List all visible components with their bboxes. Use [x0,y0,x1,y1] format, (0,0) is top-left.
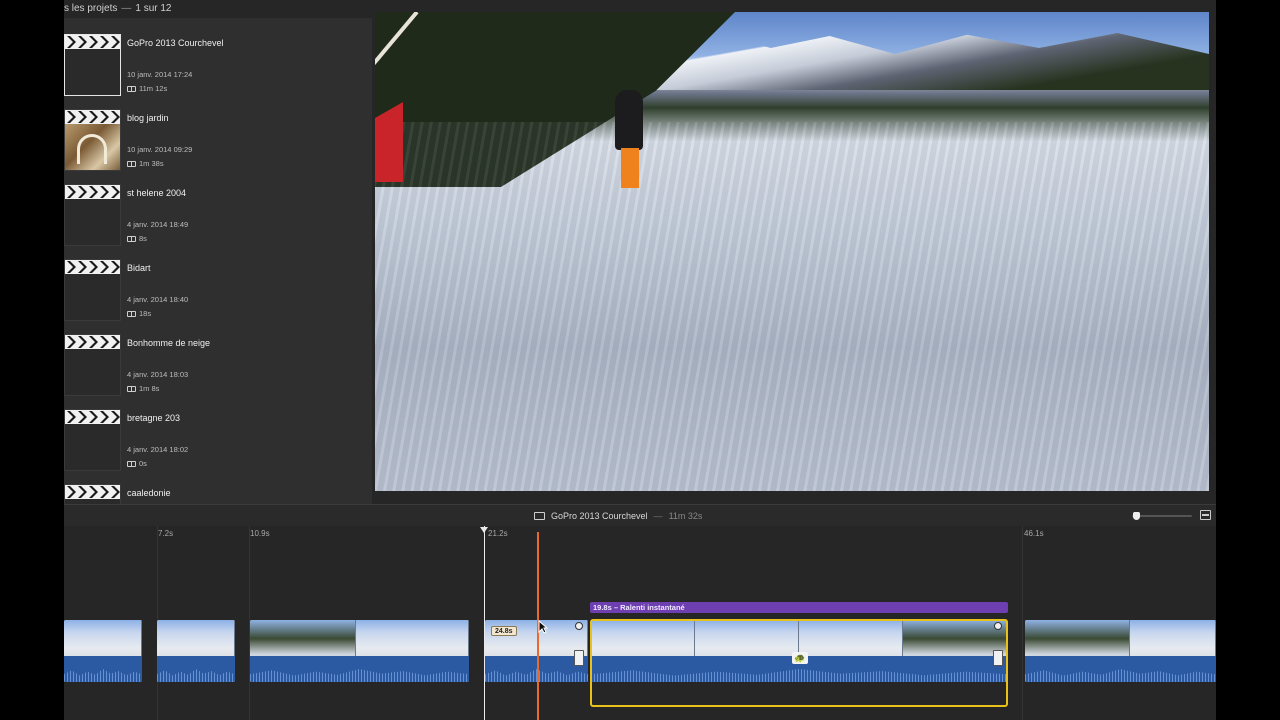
project-duration: 1m 38s [127,159,164,168]
clapperboard-icon [65,335,120,349]
trim-handle-right[interactable] [992,622,1004,706]
playhead[interactable] [484,526,485,720]
library-header-separator: — [121,3,132,14]
timeline: GoPro 2013 Courchevel — 11m 32s 7.2s 10.… [64,504,1216,720]
viewer [372,0,1216,504]
clapperboard-icon [65,410,120,424]
turtle-icon[interactable]: 🐢 [792,652,808,664]
project-date: 4 janv. 2014 18:03 [127,370,189,379]
clapperboard-icon [65,185,120,199]
project-name: blog jardin [127,113,169,123]
project-item[interactable]: st helene 2004 4 janv. 2014 18:49 8s [64,184,372,259]
library-header-count: 1 sur 12 [135,3,172,14]
video-clip[interactable] [1025,620,1216,682]
project-name: st helene 2004 [127,188,187,198]
project-duration: 0s [127,459,147,468]
project-date: 4 janv. 2014 18:49 [127,220,189,229]
trim-icon[interactable] [993,650,1003,666]
time-marker: 7.2s [158,529,174,538]
film-icon [127,235,136,242]
project-name: Bidart [127,263,151,273]
project-duration-text: 8s [139,234,147,243]
timeline-title: GoPro 2013 Courchevel — 11m 32s [534,511,702,521]
timeline-project-duration: 11m 32s [668,511,703,521]
speed-badge: 24.8s [491,626,517,636]
film-icon [534,512,545,520]
project-item[interactable]: Bonhomme de neige 4 janv. 2014 18:03 1m 8s [64,334,372,409]
zoom-slider-track[interactable] [1132,515,1192,517]
project-name: GoPro 2013 Courchevel [127,38,224,48]
speed-handle-knob[interactable] [575,622,583,630]
trim-handle-left[interactable] [573,622,585,706]
film-icon [127,385,136,392]
project-thumbnail[interactable] [64,184,121,246]
project-item[interactable]: Bidart 4 janv. 2014 18:40 18s [64,259,372,334]
project-thumbnail[interactable] [64,334,121,396]
project-thumbnail[interactable] [64,484,121,504]
video-clip[interactable] [157,620,235,682]
project-photo [65,124,120,170]
project-item[interactable]: blog jardin 10 janv. 2014 09:29 1m 38s [64,109,372,184]
film-icon [127,460,136,467]
project-duration-text: 1m 8s [139,384,160,393]
project-duration: 11m 12s [127,84,167,93]
project-name: caaledonie [127,488,171,498]
slow-motion-label-bar[interactable]: 19.8s – Ralenti instantané [590,602,1008,613]
film-icon [127,160,136,167]
clapperboard-icon [65,260,120,274]
ski-slope-scene [375,122,1209,491]
project-duration: 8s [127,234,147,243]
video-preview[interactable] [375,12,1209,491]
project-date: 4 janv. 2014 18:02 [127,445,189,454]
project-thumbnail[interactable] [64,34,121,96]
project-name: bretagne 203 [127,413,181,423]
project-duration: 1m 8s [127,384,159,393]
project-item[interactable]: caaledonie [64,484,372,504]
project-date: 10 janv. 2014 17:24 [127,70,193,79]
skier-figure [607,90,647,200]
project-item[interactable]: GoPro 2013 Courchevel 10 janv. 2014 17:24… [64,34,372,109]
timeline-track-area[interactable]: 7.2s 10.9s 21.2s 46.1s 19.8s – Ralenti i… [64,526,1216,720]
video-clip[interactable] [64,620,142,682]
trim-icon[interactable] [574,650,584,666]
time-marker: 21.2s [488,529,508,538]
video-clip[interactable] [250,620,469,682]
project-duration-text: 1m 38s [139,159,164,168]
project-library: s les projets —1 sur 12 GoPro 2013 Courch… [64,0,372,504]
project-thumbnail[interactable] [64,259,121,321]
timeline-title-separator: — [653,511,663,521]
timeline-header: GoPro 2013 Courchevel — 11m 32s [64,504,1216,526]
project-date: 4 janv. 2014 18:40 [127,295,189,304]
timeline-project-name: GoPro 2013 Courchevel [551,511,648,521]
project-thumbnail[interactable] [64,409,121,471]
mouse-cursor-icon [538,620,548,634]
project-name: Bonhomme de neige [127,338,211,348]
project-duration-text: 18s [139,309,152,318]
film-icon [127,310,136,317]
project-thumbnail[interactable] [64,109,121,171]
filmstrip-zoom-icon[interactable] [1200,510,1211,520]
clip-boundary [1022,526,1023,720]
project-duration-text: 11m 12s [139,84,168,93]
library-header-title[interactable]: s les projets [64,3,117,14]
time-marker: 10.9s [250,529,270,538]
project-duration-text: 0s [139,459,147,468]
film-icon [127,85,136,92]
clapperboard-icon [65,35,120,49]
library-header: s les projets —1 sur 12 [64,0,372,18]
project-date: 10 janv. 2014 09:29 [127,145,193,154]
speed-handle-knob[interactable] [994,622,1002,630]
clapperboard-icon [65,485,120,499]
project-duration: 18s [127,309,151,318]
time-marker: 46.1s [1024,529,1044,538]
project-item[interactable]: bretagne 203 4 janv. 2014 18:02 0s [64,409,372,484]
imovie-window: s les projets —1 sur 12 GoPro 2013 Courch… [64,0,1216,720]
clapperboard-icon [65,110,120,124]
zoom-slider-knob[interactable] [1133,512,1140,520]
